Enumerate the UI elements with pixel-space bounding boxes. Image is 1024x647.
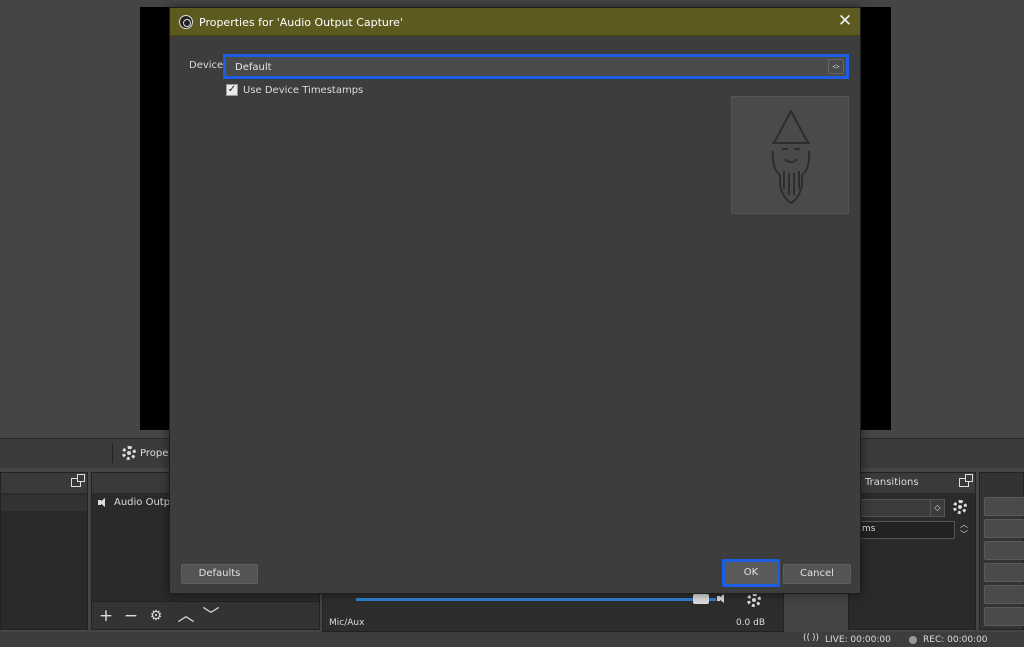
control-button[interactable] — [984, 607, 1024, 626]
properties-button-label: Prope — [140, 447, 169, 459]
add-source-icon[interactable]: + — [97, 607, 115, 625]
control-button[interactable] — [984, 541, 1024, 560]
transition-settings-gear-icon[interactable] — [953, 500, 967, 514]
speaker-icon — [98, 498, 108, 507]
obs-logo-icon — [179, 15, 193, 29]
scenes-dock — [0, 472, 88, 630]
duration-spinner[interactable]: ︿ ﹀ — [957, 520, 971, 540]
use-device-timestamps-label[interactable]: Use Device Timestamps — [243, 85, 363, 96]
control-button[interactable] — [984, 519, 1024, 538]
controls-dock — [979, 472, 1024, 630]
device-dropdown-value: Default — [235, 62, 272, 73]
rec-timer: REC: 00:00:00 — [923, 635, 988, 645]
source-preview-thumbnail — [731, 96, 849, 214]
mute-speaker-icon[interactable] — [717, 594, 727, 603]
control-button[interactable] — [984, 497, 1024, 516]
gear-icon — [122, 446, 136, 460]
chevron-updown-icon: ︿ ﹀ — [828, 59, 844, 74]
sources-toolbar: + − ⚙ ︿ ﹀ — [92, 601, 319, 629]
transitions-dock: Transitions ◇ ms ︿ ﹀ — [848, 472, 976, 630]
transitions-title: Transitions — [865, 477, 919, 488]
close-icon[interactable]: ✕ — [830, 8, 860, 36]
transition-duration-field[interactable]: ms — [849, 521, 955, 539]
transition-select[interactable]: ◇ — [849, 499, 945, 517]
rec-status: REC: 00:00:00 — [909, 635, 988, 645]
control-button[interactable] — [984, 563, 1024, 582]
broadcast-icon — [803, 633, 821, 645]
undock-icon[interactable] — [959, 474, 973, 487]
source-item-label: Audio Outp — [114, 497, 171, 508]
move-up-icon[interactable]: ︿ — [177, 607, 195, 625]
mixer-level-readout: 0.0 dB — [735, 618, 765, 628]
source-item-audio-output[interactable]: Audio Outp — [98, 497, 170, 508]
scenes-dock-header — [1, 473, 87, 493]
volume-meter — [356, 598, 716, 601]
dialog-titlebar[interactable]: Properties for 'Audio Output Capture' ✕ — [170, 8, 860, 36]
transitions-dock-header: Transitions — [849, 473, 975, 493]
defaults-button[interactable]: Defaults — [181, 564, 258, 584]
undock-icon[interactable] — [71, 474, 85, 487]
properties-dialog: Properties for 'Audio Output Capture' ✕ … — [169, 7, 861, 594]
live-timer: LIVE: 00:00:00 — [825, 635, 891, 645]
dialog-title: Properties for 'Audio Output Capture' — [199, 16, 403, 29]
mixer-settings-gear-icon[interactable] — [747, 593, 761, 607]
control-button[interactable] — [984, 585, 1024, 604]
remove-source-icon[interactable]: − — [122, 607, 140, 625]
live-status: LIVE: 00:00:00 — [803, 633, 891, 645]
audio-mixer-channel: Mic/Aux 0.0 dB — [322, 588, 784, 632]
properties-button[interactable]: Prope — [122, 446, 168, 460]
scene-list-item[interactable] — [1, 495, 87, 511]
context-bar-divider — [112, 443, 113, 463]
device-dropdown[interactable]: Default ︿ ﹀ — [223, 54, 849, 79]
device-label: Device — [189, 60, 224, 71]
ok-button[interactable]: OK — [722, 559, 780, 587]
cancel-button[interactable]: Cancel — [783, 564, 851, 584]
gnome-logo-icon — [771, 110, 811, 204]
use-device-timestamps-checkbox[interactable]: ✓ — [226, 84, 238, 96]
volume-slider-handle[interactable] — [693, 594, 709, 604]
source-properties-icon[interactable]: ⚙ — [147, 607, 165, 625]
chevron-updown-icon: ◇ — [930, 500, 944, 516]
record-dot-icon — [909, 636, 917, 644]
status-bar: LIVE: 00:00:00 REC: 00:00:00 — [0, 632, 1024, 647]
move-down-icon[interactable]: ﹀ — [202, 607, 220, 625]
mixer-channel-name: Mic/Aux — [329, 618, 365, 628]
